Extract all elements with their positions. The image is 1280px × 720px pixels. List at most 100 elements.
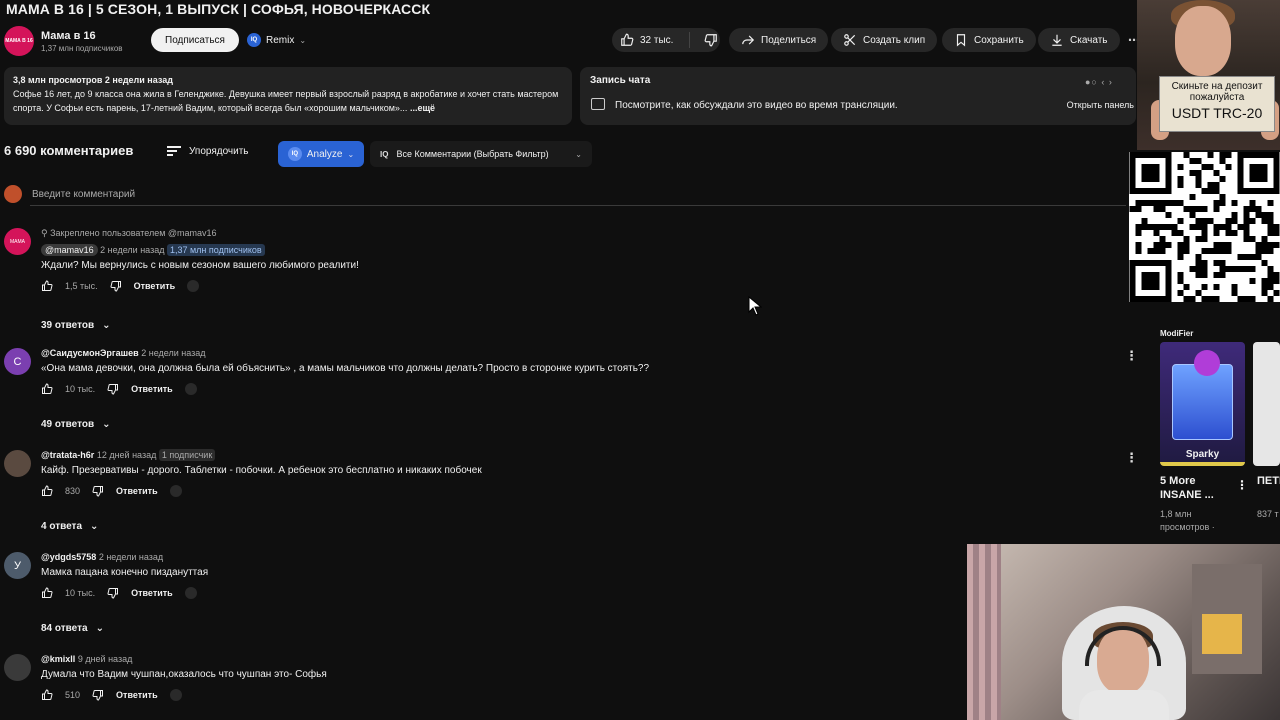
chevron-down-icon: ⌄: [95, 623, 104, 634]
remix-button[interactable]: IQ Remix ⌄: [247, 30, 306, 50]
download-icon: [1052, 34, 1062, 46]
reply-button[interactable]: Ответить: [131, 384, 173, 394]
comment-actions: 10 тыс. Ответить: [41, 383, 1121, 395]
reply-button[interactable]: Ответить: [116, 486, 158, 496]
save-button[interactable]: Сохранить: [942, 28, 1036, 52]
like-count: 830: [65, 486, 81, 496]
curtain: [967, 544, 1001, 720]
thumbs-down-icon[interactable]: [92, 689, 104, 701]
comment-avatar[interactable]: С: [4, 348, 31, 375]
comment-input-underline: [30, 205, 1126, 206]
thumbs-up-icon[interactable]: [41, 689, 53, 701]
comment-avatar[interactable]: [4, 654, 31, 681]
comment-meta: @kmixll 9 дней назад: [41, 654, 1121, 664]
thumbs-down-icon[interactable]: [107, 587, 119, 599]
thumbs-up-icon[interactable]: [41, 383, 53, 395]
iq-icon: IQ: [247, 33, 261, 47]
comment-time[interactable]: 12 дней назад: [97, 450, 157, 460]
comment-meta: @mamav16 2 недели назад 1,37 млн подписч…: [41, 244, 1121, 256]
mouse-cursor-icon: [748, 296, 762, 316]
recommended-meta: 1,8 млн просмотров ·: [1160, 509, 1215, 532]
comment-avatar[interactable]: [4, 450, 31, 477]
channel-name[interactable]: Мама в 16: [41, 30, 123, 42]
comment-time[interactable]: 2 недели назад: [99, 552, 163, 562]
like-button[interactable]: 32 тыс.: [612, 32, 690, 48]
subscribe-button[interactable]: Подписаться: [151, 28, 239, 52]
replies-toggle[interactable]: 49 ответов ⌄: [41, 419, 111, 430]
chat-icon: [591, 98, 605, 110]
like-count: 1,5 тыс.: [65, 281, 98, 291]
comment-text: Ждали? Мы вернулись с новым сезоном ваше…: [41, 260, 359, 271]
thumbs-up-icon[interactable]: [41, 280, 53, 292]
add-comment-row[interactable]: Введите комментарий: [4, 185, 135, 203]
ad-label: ModiFier: [1160, 329, 1194, 338]
description-box[interactable]: 3,8 млн просмотров 2 недели назад Софье …: [4, 67, 572, 125]
replies-toggle[interactable]: 84 ответа ⌄: [41, 623, 104, 634]
recommended-thumbnail[interactable]: Sparky: [1160, 342, 1245, 466]
comment-menu-icon[interactable]: ⋮: [1125, 450, 1138, 466]
comment-time[interactable]: 2 недели назад: [100, 245, 164, 255]
download-button[interactable]: Скачать: [1038, 28, 1120, 52]
ai-reply-icon[interactable]: [184, 383, 197, 395]
save-label: Сохранить: [974, 34, 1024, 46]
like-count: 10 тыс.: [65, 384, 96, 394]
clip-button[interactable]: Создать клип: [831, 28, 938, 52]
comment-avatar[interactable]: У: [4, 552, 31, 579]
comment-input[interactable]: Введите комментарий: [32, 189, 135, 200]
ai-reply-icon[interactable]: [187, 280, 200, 292]
recommended-title[interactable]: ПЕТЬ пока: [1257, 474, 1280, 488]
thumbs-up-icon[interactable]: [41, 587, 53, 599]
background-clothes: [1202, 614, 1242, 654]
comment-author[interactable]: @kmixll: [41, 654, 75, 664]
comment-menu-icon[interactable]: ⋮: [1125, 348, 1138, 364]
pinned-label: ⚲ Закреплено пользователем @mamav16: [41, 228, 217, 238]
recommended-thumbnail[interactable]: [1253, 342, 1280, 466]
comment-time[interactable]: 2 недели назад: [141, 348, 205, 358]
comment-author[interactable]: @mamav16: [41, 244, 98, 256]
channel-info: МАМА В 16 Мама в 16 1,37 млн подписчиков: [4, 26, 123, 56]
donation-sign: Скиньте на депозит пожалуйста USDT TRC-2…: [1159, 76, 1275, 132]
webcam-overlay: [967, 544, 1280, 720]
ai-reply-icon[interactable]: [169, 485, 182, 497]
subscriber-badge: 1,37 млн подписчиков: [166, 244, 265, 256]
video-title: МАМА В 16 | 5 СЕЗОН, 1 ВЫПУСК | СОФЬЯ, Н…: [6, 1, 431, 17]
replies-toggle[interactable]: 4 ответа ⌄: [41, 521, 98, 532]
like-count: 32 тыс.: [640, 34, 674, 46]
comment-author[interactable]: @ydgds5758: [41, 552, 96, 562]
comment-avatar[interactable]: МАМА: [4, 228, 31, 255]
ai-reply-icon[interactable]: [169, 689, 182, 701]
show-more-link[interactable]: ...ещё: [410, 103, 435, 113]
thumbs-down-icon[interactable]: [107, 383, 119, 395]
thumbs-down-icon[interactable]: [110, 280, 122, 292]
comment-filter-dropdown[interactable]: IQ Все Комментарии (Выбрать Фильтр) ⌄: [370, 141, 592, 167]
analyze-button[interactable]: IQ Analyze ⌄: [278, 141, 364, 167]
channel-avatar[interactable]: МАМА В 16: [4, 26, 34, 56]
thumbs-down-icon[interactable]: [92, 485, 104, 497]
chevron-down-icon: ⌄: [102, 320, 111, 331]
clip-label: Создать клип: [863, 34, 926, 46]
share-button[interactable]: Поделиться: [729, 28, 829, 52]
recommended-title[interactable]: 5 More INSANE ...: [1160, 474, 1240, 502]
dislike-button[interactable]: [696, 33, 718, 47]
chevron-down-icon: ⌄: [347, 149, 355, 159]
sort-label: Упорядочить: [189, 145, 249, 157]
replies-toggle[interactable]: 39 ответов ⌄: [41, 320, 111, 331]
subscriber-badge: 1 подписчик: [158, 449, 216, 461]
ai-reply-icon[interactable]: [184, 587, 197, 599]
comment-time[interactable]: 9 дней назад: [78, 654, 133, 664]
open-chat-button[interactable]: Открыть панель: [1067, 100, 1134, 110]
user-avatar: [4, 185, 22, 203]
comment-actions: 10 тыс. Ответить: [41, 587, 1121, 599]
chat-replay-box: Запись чата ●○ ‹ › Посмотрите, как обсуж…: [580, 67, 1136, 125]
comment-author[interactable]: @СаидусмонЭргашев: [41, 348, 139, 358]
recommended-menu-icon[interactable]: ⋮: [1236, 478, 1248, 492]
streamer-face: [1175, 6, 1231, 76]
reply-button[interactable]: Ответить: [131, 588, 173, 598]
comment-author[interactable]: @tratata-h6r: [41, 450, 94, 460]
reply-button[interactable]: Ответить: [116, 690, 158, 700]
description-meta: 3,8 млн просмотров 2 недели назад: [13, 75, 173, 85]
reply-button[interactable]: Ответить: [134, 281, 176, 291]
sort-button[interactable]: Упорядочить: [167, 144, 249, 158]
thumbs-up-icon[interactable]: [41, 485, 53, 497]
qr-code: [1129, 152, 1280, 302]
